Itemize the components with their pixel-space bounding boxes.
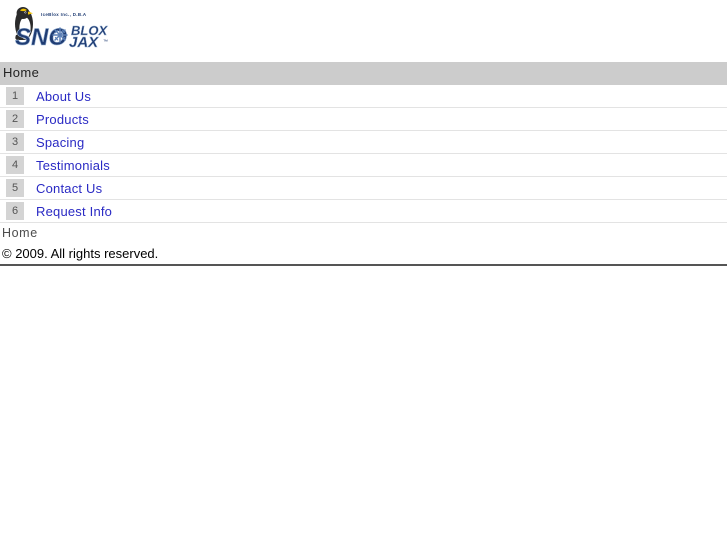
list-marker: 6 bbox=[6, 202, 24, 220]
footer-nav-label-home[interactable]: Home bbox=[2, 226, 38, 240]
nav-link-testimonials[interactable]: Testimonials bbox=[36, 158, 110, 173]
list-marker: 4 bbox=[6, 156, 24, 174]
footer-nav[interactable]: Home bbox=[0, 223, 727, 244]
snowflake-icon bbox=[52, 27, 68, 43]
site-header: IceBlox Inc., D.B.A SNO BLOX JAX ™ bbox=[0, 0, 727, 62]
page-blank-area bbox=[0, 266, 727, 546]
list-marker: 3 bbox=[6, 133, 24, 151]
nav-row-testimonials[interactable]: 4 Testimonials bbox=[0, 154, 727, 177]
nav-row-spacing[interactable]: 3 Spacing bbox=[0, 131, 727, 154]
copyright-notice: © 2009. All rights reserved. bbox=[0, 244, 727, 266]
main-nav-list: 1 About Us 2 Products 3 Spacing 4 Testim… bbox=[0, 85, 727, 223]
list-marker: 5 bbox=[6, 179, 24, 197]
nav-row-request-info[interactable]: 6 Request Info bbox=[0, 200, 727, 223]
nav-link-about-us[interactable]: About Us bbox=[36, 89, 91, 104]
nav-header-bar: Home bbox=[0, 62, 727, 85]
snojax-logo[interactable]: IceBlox Inc., D.B.A SNO BLOX JAX ™ bbox=[11, 5, 115, 50]
nav-row-about-us[interactable]: 1 About Us bbox=[0, 85, 727, 108]
nav-link-request-info[interactable]: Request Info bbox=[36, 204, 112, 219]
nav-row-products[interactable]: 2 Products bbox=[0, 108, 727, 131]
nav-link-contact-us[interactable]: Contact Us bbox=[36, 181, 102, 196]
logo-tagline: IceBlox Inc., D.B.A bbox=[41, 12, 87, 17]
logo-wordmark-jax: JAX bbox=[69, 34, 99, 50]
nav-header-label: Home bbox=[3, 65, 40, 80]
logo-trademark: ™ bbox=[103, 39, 108, 45]
list-marker: 1 bbox=[6, 87, 24, 105]
nav-row-contact-us[interactable]: 5 Contact Us bbox=[0, 177, 727, 200]
penguin-snowflake-logo: IceBlox Inc., D.B.A SNO BLOX JAX ™ bbox=[15, 7, 109, 50]
nav-link-products[interactable]: Products bbox=[36, 112, 89, 127]
list-marker: 2 bbox=[6, 110, 24, 128]
nav-link-spacing[interactable]: Spacing bbox=[36, 135, 84, 150]
